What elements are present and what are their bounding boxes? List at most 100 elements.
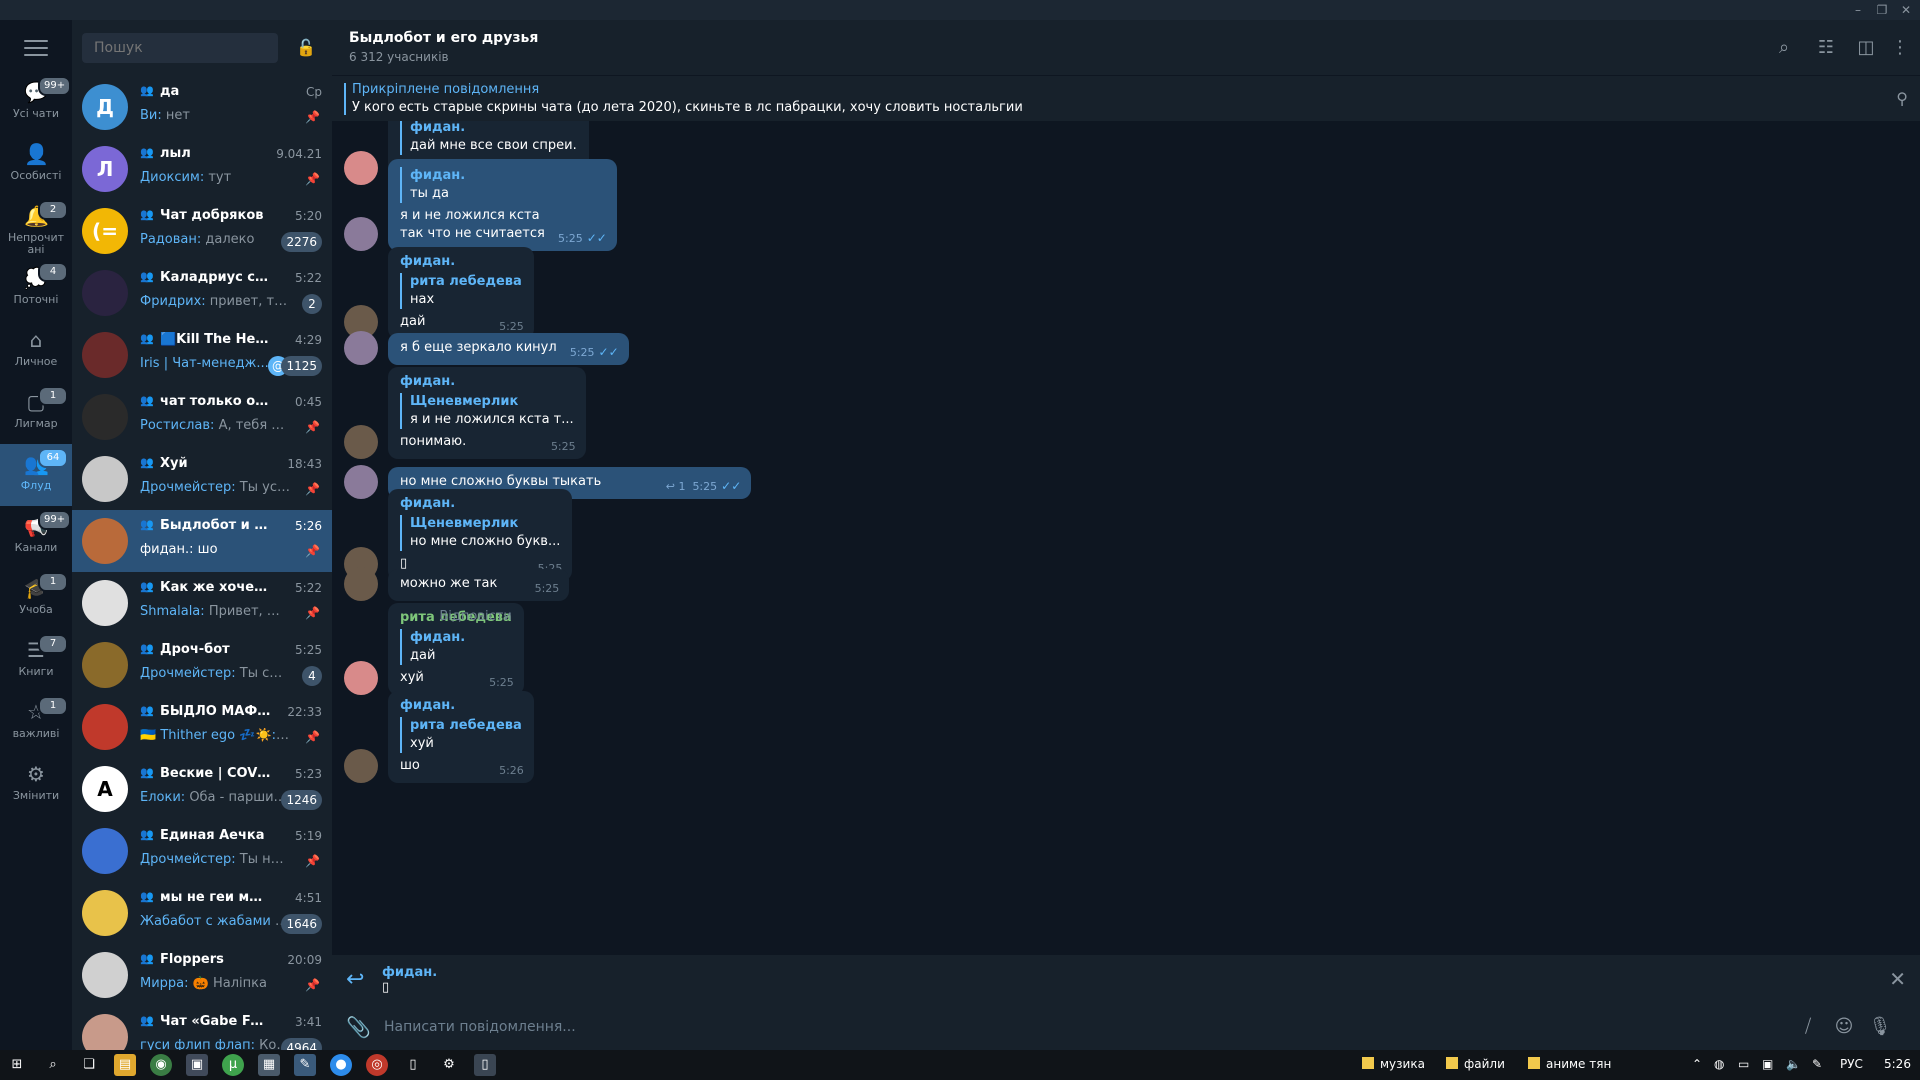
- avatar[interactable]: [344, 661, 378, 695]
- tray-chevron-icon[interactable]: ⌃: [1692, 1057, 1702, 1071]
- attach-icon[interactable]: 📎: [346, 1015, 371, 1039]
- replies-count[interactable]: 1: [678, 480, 685, 493]
- taskbar-search-icon[interactable]: ⌕: [42, 1054, 64, 1076]
- folder-person[interactable]: 👤 Особисті: [0, 134, 72, 196]
- chat-list-item[interactable]: Хуй 👥 18:43 Дрочмейстер: Ты успе... 📌: [72, 448, 332, 510]
- microphone-icon[interactable]: 🎙: [1868, 1015, 1892, 1039]
- reply-quote[interactable]: рита лебедева нах: [400, 273, 522, 309]
- network-icon[interactable]: ▣: [1762, 1057, 1773, 1071]
- lock-icon[interactable]: 🔓: [296, 38, 316, 58]
- incoming-message[interactable]: можно же так 5:25: [344, 567, 570, 601]
- folder-star[interactable]: ☆ важливі 1: [0, 692, 72, 754]
- calculator-icon[interactable]: ▦: [258, 1054, 280, 1076]
- folder-list[interactable]: ☰ Книги 7: [0, 630, 72, 692]
- chat-list-item[interactable]: Дроч-бот 👥 5:25 Дрочмейстер: Ты собра... 4: [72, 634, 332, 696]
- task-view-icon[interactable]: ❏: [78, 1054, 100, 1076]
- pen-icon[interactable]: ✎: [1812, 1057, 1822, 1071]
- chat-list-item[interactable]: Floppers 👥 20:09 Мирра: 🎃 Наліпка 📌: [72, 944, 332, 1006]
- avatar[interactable]: [344, 151, 378, 185]
- explorer-icon[interactable]: ▤: [114, 1054, 136, 1076]
- chat-list-item[interactable]: Ллыл 👥 9.04.21 Диоксим: тут 📌: [72, 138, 332, 200]
- folder-folder[interactable]: ▢ Лигмар 1: [0, 382, 72, 444]
- message-area[interactable]: фидан.дай мне все свои спреи.нах5:25фида…: [332, 121, 1920, 955]
- folder-home[interactable]: ⌂ Личное: [0, 320, 72, 382]
- avatar[interactable]: [344, 749, 378, 783]
- chat-list-item[interactable]: мы не геи мы не п... 👥 4:51 Жабабот с жабам…: [72, 882, 332, 944]
- reply-quote[interactable]: фидан. дай мне все свои спреи.: [400, 121, 577, 155]
- avatar[interactable]: [344, 331, 378, 365]
- battery-icon[interactable]: ▭: [1738, 1057, 1749, 1071]
- chat-list-item[interactable]: (= Чат добряков 👥 5:20 Радован: далеко 2276: [72, 200, 332, 262]
- taskbar-folder[interactable]: файли: [1446, 1057, 1505, 1071]
- close-window-button[interactable]: ✕: [1894, 0, 1918, 20]
- zoom-icon[interactable]: ●: [330, 1054, 352, 1076]
- chat-list-item[interactable]: A Веские | COVID - 19 👥 5:23 Елоки: Оба - па…: [72, 758, 332, 820]
- incoming-message[interactable]: фидан.Щеневмерликно мне сложно букв...▯5…: [344, 489, 573, 581]
- notepad-icon[interactable]: ▯: [402, 1054, 424, 1076]
- chat-list-item[interactable]: Дда 👥 Ср Ви: нет 📌: [72, 76, 332, 138]
- message-input[interactable]: [384, 1013, 1684, 1041]
- clock[interactable]: 5:26: [1884, 1057, 1911, 1071]
- replies-icon[interactable]: ↩: [666, 480, 679, 493]
- incoming-message[interactable]: фидан. Щеневмерлик я и не ложился кста т..…: [344, 367, 586, 459]
- chat-list-item[interactable]: Единая Аечка 👥 5:19 Дрочмейстер: Ты недав..…: [72, 820, 332, 882]
- outgoing-message[interactable]: я б еще зеркало кинул 5:25 ✓✓: [344, 331, 629, 365]
- reply-quote[interactable]: рита лебедева хуй: [400, 717, 522, 753]
- message-sender[interactable]: фидан.: [400, 697, 522, 715]
- search-input[interactable]: [82, 33, 278, 63]
- chrome-icon[interactable]: ◉: [150, 1054, 172, 1076]
- cancel-reply-icon[interactable]: ✕: [1889, 967, 1906, 991]
- chat-list-item[interactable]: чат только одлов 👥 0:45 Ростислав: А, тебя …: [72, 386, 332, 448]
- discord-icon[interactable]: ▣: [186, 1054, 208, 1076]
- folder-study[interactable]: 🎓 Учоба 1: [0, 568, 72, 630]
- chat-list-item[interactable]: БЫДЛО МАФИЯ 👥 22:33 🇺🇦 Thither ego 💤☀️: К..…: [72, 696, 332, 758]
- paint-icon[interactable]: ✎: [294, 1054, 316, 1076]
- chat-title[interactable]: Быдлобот и его друзья: [349, 30, 538, 46]
- reply-quote[interactable]: Щеневмерлик но мне сложно букв...: [400, 515, 560, 551]
- reply-quote[interactable]: фидан. ты да: [400, 167, 605, 203]
- reply-quote[interactable]: Щеневмерлик я и не ложился кста т...: [400, 393, 574, 429]
- message-sender[interactable]: фидан.: [400, 253, 522, 271]
- folder-chats[interactable]: 💬 Усі чати 99+: [0, 72, 72, 134]
- hamburger-menu-icon[interactable]: [24, 40, 48, 60]
- minimize-button[interactable]: –: [1846, 0, 1870, 20]
- more-menu-icon[interactable]: ⋮: [1888, 36, 1912, 60]
- folder-edit-folders[interactable]: ⚙ Змінити: [0, 754, 72, 816]
- volume-icon[interactable]: 🔈: [1786, 1057, 1801, 1071]
- start-icon[interactable]: ⊞: [6, 1054, 28, 1076]
- settings-icon[interactable]: ⚙: [438, 1054, 460, 1076]
- avatar[interactable]: [344, 567, 378, 601]
- language-indicator[interactable]: РУС: [1840, 1057, 1863, 1071]
- avatar[interactable]: [344, 465, 378, 499]
- tray-app-icon[interactable]: ◍: [1714, 1057, 1724, 1071]
- avatar[interactable]: [344, 425, 378, 459]
- folder-unread[interactable]: 🔔 Непрочит ані 2: [0, 196, 72, 258]
- reply-button[interactable]: Відповісти: [439, 609, 511, 624]
- message-sender[interactable]: фидан.: [400, 373, 574, 391]
- chat-list-item[interactable]: 🟦Kill The Hedgeh... 👥 4:29 Iris | Чат-менед…: [72, 324, 332, 386]
- voice-chat-icon[interactable]: ☷: [1814, 36, 1838, 60]
- incoming-message[interactable]: рита лебедева Відповісти фидан. дай хуй 5:25: [344, 603, 524, 695]
- sidebar-toggle-icon[interactable]: ◫: [1854, 36, 1878, 60]
- chat-list-item[interactable]: Чат «Gabe Follower» 👥 3:41 гуси флип флап: …: [72, 1006, 332, 1050]
- folder-current[interactable]: 💭 Поточні 4: [0, 258, 72, 320]
- chat-list-item[interactable]: Как же хочется ча... 👥 5:22 Shmalala: Приве…: [72, 572, 332, 634]
- record-icon[interactable]: ◎: [366, 1054, 388, 1076]
- message-sender[interactable]: фидан.: [400, 495, 560, 513]
- chat-list-item[interactable]: Каладриус chat 👥 5:22 Фридрих: привет, ты к…: [72, 262, 332, 324]
- chat-list-item[interactable]: Быдлобот и его д... 👥 5:26 фидан.: шо 📌: [72, 510, 332, 572]
- outgoing-message[interactable]: фидан. ты да я и не ложился кста так что не…: [344, 159, 617, 251]
- pinned-message[interactable]: Прикріплене повідомлення У кого есть ста…: [332, 77, 1920, 121]
- incoming-message[interactable]: фидан. рита лебедева хуй шо 5:26: [344, 691, 534, 783]
- incoming-message[interactable]: фидан. рита лебедева нах дай 5:25: [344, 247, 534, 339]
- avatar[interactable]: [344, 217, 378, 251]
- taskbar-folder[interactable]: аниме тян: [1528, 1057, 1611, 1071]
- emoji-icon[interactable]: ☺: [1832, 1015, 1856, 1039]
- utorrent-icon[interactable]: μ: [222, 1054, 244, 1076]
- active-app-icon[interactable]: ▯: [474, 1054, 496, 1076]
- folder-group[interactable]: 👥 Флуд 64: [0, 444, 72, 506]
- maximize-button[interactable]: ❐: [1870, 0, 1894, 20]
- pinned-list-icon[interactable]: ⚲: [1896, 89, 1908, 108]
- search-icon[interactable]: ⌕: [1772, 36, 1796, 60]
- bot-commands-icon[interactable]: ⧸: [1796, 1015, 1820, 1039]
